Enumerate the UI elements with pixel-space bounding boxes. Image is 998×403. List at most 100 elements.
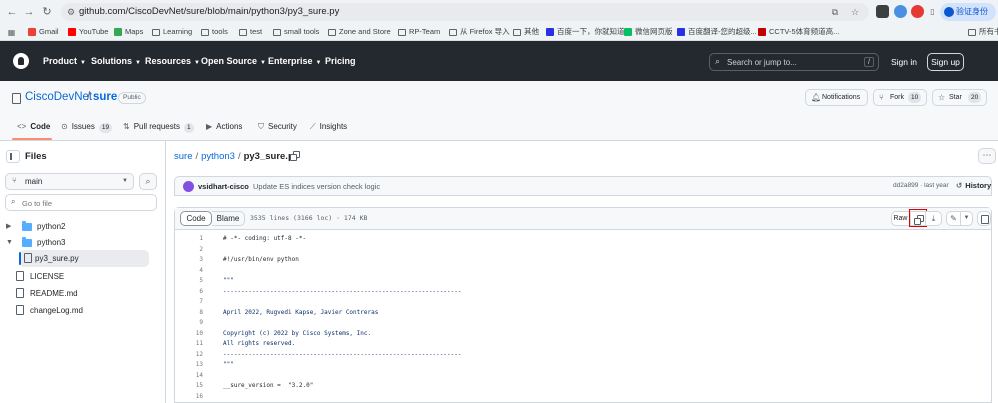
code-line: 8 April 2022, Rugvedi Kapse, Javier Contr… xyxy=(199,308,379,316)
tab-actions[interactable]: ▶ Actions xyxy=(206,122,242,136)
bookmark-folder-zone-and-store[interactable]: Zone and Store xyxy=(328,26,391,38)
more-options-button[interactable]: ⋯ xyxy=(978,148,996,164)
apps-grid-icon[interactable]: ▦ xyxy=(5,26,18,39)
code-line: 13 """ xyxy=(195,361,234,368)
repo-owner-link[interactable]: CiscoDevNet xyxy=(25,91,92,103)
site-info-icon[interactable]: ⚙ xyxy=(65,6,77,18)
branch-selector[interactable]: ⑂ main ▼ xyxy=(5,173,134,190)
commit-sha-link[interactable]: dd2a899 xyxy=(893,182,918,189)
bookmark-folder-test[interactable]: test xyxy=(239,26,262,38)
bookmark-folder-all[interactable]: 所有书签 xyxy=(968,26,998,38)
bookmark-star-icon[interactable]: ☆ xyxy=(849,6,861,18)
go-to-file-input[interactable] xyxy=(22,197,152,209)
search-files-button[interactable]: ⌕ xyxy=(139,173,157,190)
copy-path-icon[interactable] xyxy=(290,151,300,161)
github-logo-icon[interactable] xyxy=(13,53,29,69)
bookmark-baidu[interactable]: 百度一下，你就知道 xyxy=(546,26,625,38)
bookmark-folder-rp-team[interactable]: RP-Team xyxy=(398,26,440,38)
raw-button[interactable]: Raw xyxy=(891,211,910,226)
sign-up-button[interactable]: Sign up xyxy=(927,53,964,71)
repo-name-link[interactable]: sure xyxy=(93,91,117,103)
extension-icon[interactable] xyxy=(876,5,889,18)
reload-icon[interactable]: ↻ xyxy=(40,5,54,19)
folder-open-icon xyxy=(22,237,32,247)
tree-item-python3[interactable]: ▼ python3 xyxy=(6,234,156,251)
collapse-sidebar-button[interactable] xyxy=(6,150,20,163)
baidu-icon xyxy=(546,28,554,36)
tab-issues[interactable]: ⊙ Issues 19 xyxy=(61,122,113,136)
bookmark-folder-tools[interactable]: tools xyxy=(201,26,228,38)
bookmark-folder-other[interactable]: 其他 xyxy=(513,26,539,38)
symbols-panel-button[interactable] xyxy=(977,211,991,226)
code-line: 5 """ xyxy=(199,277,234,284)
go-to-file-field[interactable]: ⌕ xyxy=(5,194,157,211)
fork-button[interactable]: ⑂ Fork 10 xyxy=(873,89,927,106)
breadcrumb-repo-link[interactable]: sure xyxy=(174,151,192,162)
graph-icon: ⟋ xyxy=(310,122,316,131)
tree-item-changelog[interactable]: changeLog.md xyxy=(16,302,156,319)
nav-solutions[interactable]: Solutions ▼ xyxy=(91,56,141,66)
bookmark-gmail[interactable]: Gmail xyxy=(28,26,59,38)
github-search-input[interactable]: ⌕ Search or jump to... / xyxy=(709,53,879,71)
code-line: 16 xyxy=(195,392,203,400)
browser-extension-icon[interactable] xyxy=(911,5,924,18)
maps-icon xyxy=(114,28,122,36)
nav-resources[interactable]: Resources ▼ xyxy=(145,56,200,66)
edit-menu-button[interactable]: ▼ xyxy=(961,211,973,226)
pencil-icon: ✎ xyxy=(950,214,957,223)
commit-author-link[interactable]: vsidhart-cisco xyxy=(198,182,249,191)
chevron-down-icon: ▼ xyxy=(122,178,128,184)
tab-code[interactable]: <> Code xyxy=(17,122,50,136)
download-raw-button[interactable]: ⤓ xyxy=(926,211,942,226)
nav-pricing[interactable]: Pricing xyxy=(325,56,356,66)
install-app-icon[interactable]: ⧉ xyxy=(829,6,841,18)
profile-button[interactable]: 验证身份 xyxy=(940,3,996,21)
avatar xyxy=(944,7,954,17)
history-button[interactable]: ↺ History xyxy=(956,181,991,190)
code-line: 14 xyxy=(195,371,203,379)
search-icon: ⌕ xyxy=(11,197,16,206)
forward-arrow-icon[interactable]: → xyxy=(22,5,36,19)
tree-item-python2[interactable]: ▶ python2 xyxy=(6,218,156,235)
bookmark-youtube[interactable]: YouTube xyxy=(68,26,108,38)
bookmark-wechat[interactable]: 微信网页版 xyxy=(624,26,673,38)
side-panel-icon[interactable]: ▯ xyxy=(926,5,939,18)
edit-file-button[interactable]: ✎ xyxy=(946,211,961,226)
nav-product[interactable]: Product ▼ xyxy=(43,56,86,66)
address-bar[interactable]: ⚙ github.com/CiscoDevNet/sure/blob/main/… xyxy=(61,3,869,21)
tree-item-readme[interactable]: README.md xyxy=(16,285,156,302)
blame-view-tab[interactable]: Blame xyxy=(212,211,245,226)
url-text[interactable]: github.com/CiscoDevNet/sure/blob/main/py… xyxy=(79,6,339,17)
breadcrumb-dir-link[interactable]: python3 xyxy=(201,151,235,162)
tab-pull-requests[interactable]: ⇅ Pull requests 1 xyxy=(123,122,194,136)
bookmark-folder-learning[interactable]: Learning xyxy=(152,26,192,38)
bookmark-maps[interactable]: Maps xyxy=(114,26,143,38)
file-icon xyxy=(16,305,24,315)
nav-open-source[interactable]: Open Source ▼ xyxy=(201,56,266,66)
star-icon: ☆ xyxy=(938,93,946,102)
bookmark-baidu-translate[interactable]: 百度翻译-您的超级... xyxy=(677,26,757,38)
commit-message-link[interactable]: Update ES indices version check logic xyxy=(253,182,380,191)
star-count: 20 xyxy=(968,92,982,103)
notifications-button[interactable]: 🔔︎ Notifications xyxy=(805,89,868,106)
file-icon xyxy=(24,253,32,263)
sign-in-link[interactable]: Sign in xyxy=(891,57,917,67)
tree-item-license[interactable]: LICENSE xyxy=(16,268,156,285)
code-view-tab[interactable]: Code xyxy=(180,211,212,226)
star-button[interactable]: ☆ Star 20 xyxy=(932,89,987,106)
avatar[interactable] xyxy=(183,181,194,192)
bookmark-folder-small-tools[interactable]: small tools xyxy=(273,26,319,38)
bookmark-cctv5[interactable]: CCTV-5体育频道高... xyxy=(758,26,839,38)
gmail-icon xyxy=(28,28,36,36)
chevron-down-icon: ▼ xyxy=(194,60,200,66)
translate-extension-icon[interactable] xyxy=(894,5,907,18)
tab-security[interactable]: ⛉ Security xyxy=(258,122,297,136)
browser-chrome: ← → ↻ ⚙ github.com/CiscoDevNet/sure/blob… xyxy=(0,0,998,41)
back-arrow-icon[interactable]: ← xyxy=(5,5,19,19)
nav-enterprise[interactable]: Enterprise ▼ xyxy=(268,56,321,66)
tab-insights[interactable]: ⟋ Insights xyxy=(310,122,347,136)
search-icon: ⌕ xyxy=(715,56,721,66)
tree-item-py3-sure-py[interactable]: py3_sure.py xyxy=(24,250,149,267)
bookmark-folder-firefox-import[interactable]: 从 Firefox 导入 xyxy=(449,26,510,38)
files-title: Files xyxy=(25,151,47,162)
